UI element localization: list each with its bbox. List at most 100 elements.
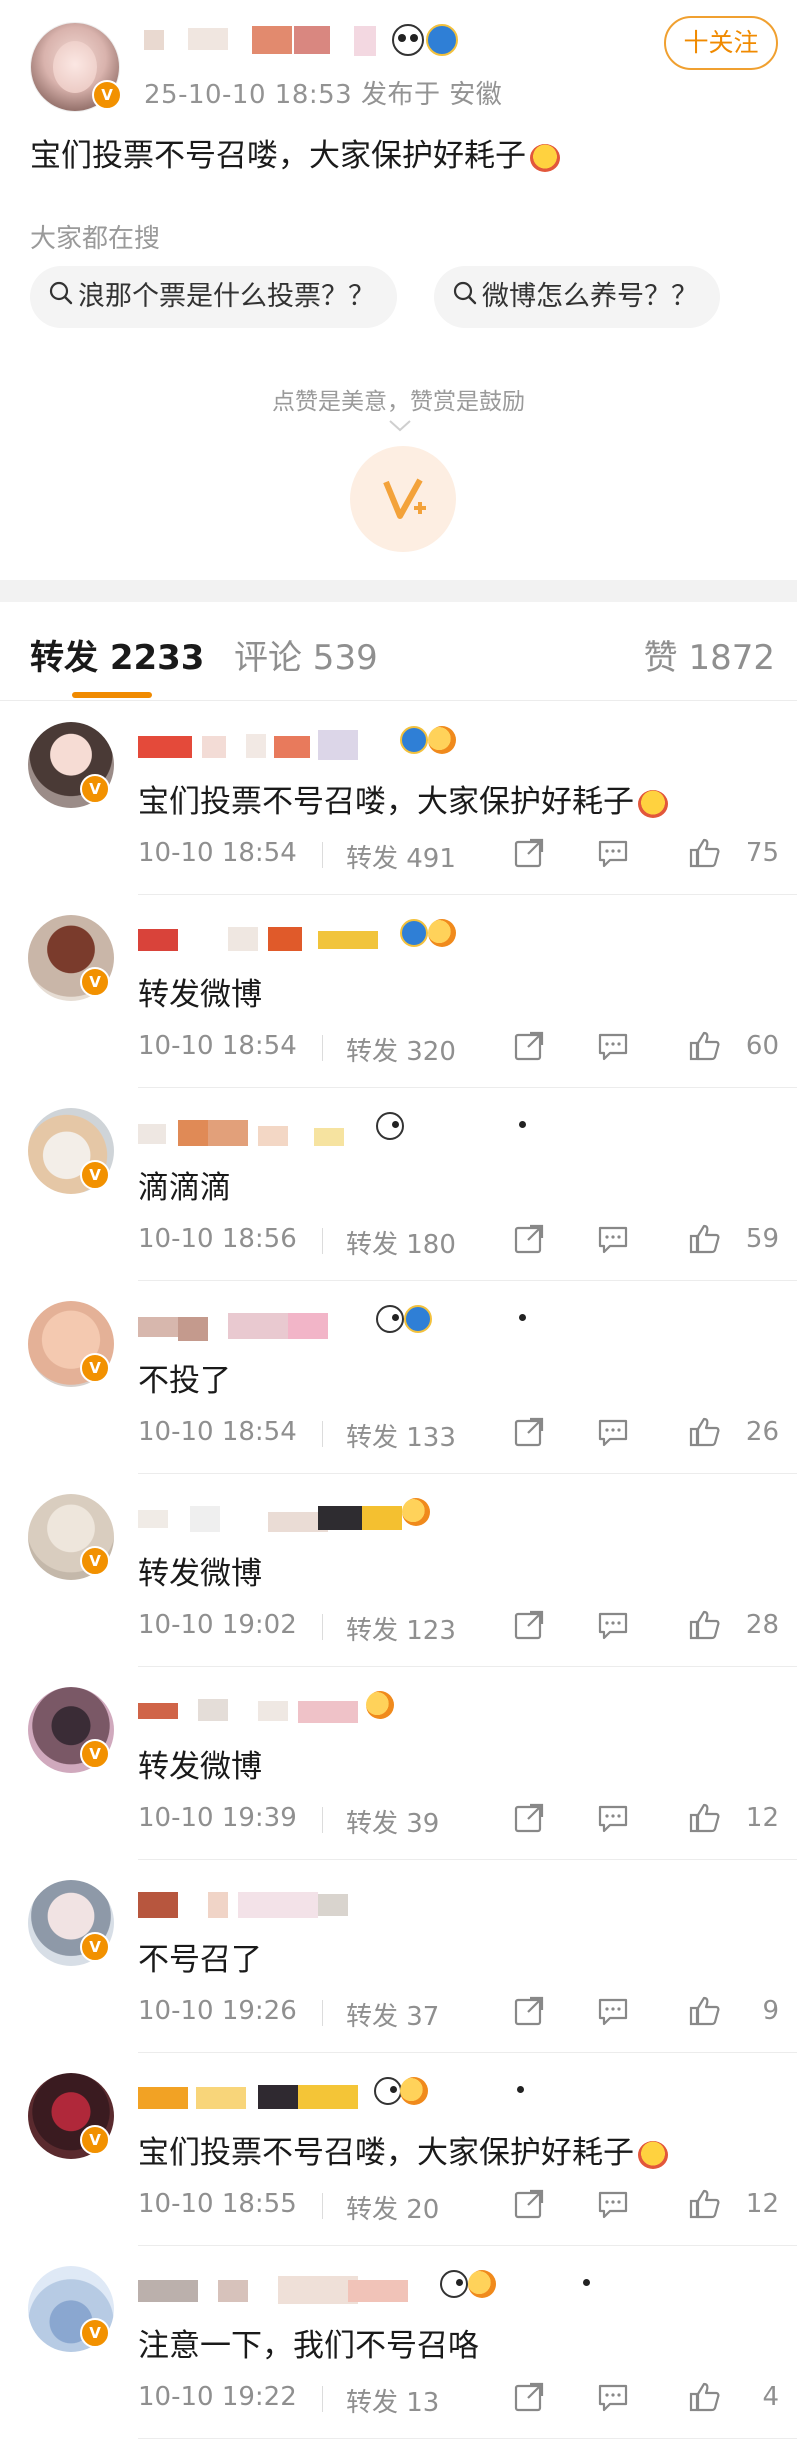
repost-time: 10-10 19:02 bbox=[138, 1610, 297, 1640]
username-redacted[interactable] bbox=[138, 1116, 468, 1146]
panda-icon bbox=[440, 2270, 590, 2298]
share-icon[interactable] bbox=[512, 836, 546, 870]
comment-icon[interactable] bbox=[596, 1994, 630, 2028]
search-chip-1[interactable]: 浪那个票是什么投票？？ bbox=[30, 266, 397, 328]
repost-count[interactable]: 转发 37 bbox=[346, 1996, 439, 2033]
like-icon[interactable] bbox=[688, 2380, 722, 2414]
repost-text-content: 滴滴滴 bbox=[138, 1170, 231, 1206]
meta-divider bbox=[322, 2386, 323, 2412]
like-icon[interactable] bbox=[688, 836, 722, 870]
repost-time: 10-10 18:55 bbox=[138, 2189, 297, 2219]
reward-button[interactable] bbox=[350, 446, 456, 552]
like-icon[interactable] bbox=[688, 1801, 722, 1835]
share-icon[interactable] bbox=[512, 1801, 546, 1835]
repost-time: 10-10 18:54 bbox=[138, 838, 297, 868]
comment-icon[interactable] bbox=[596, 1608, 630, 1642]
like-count: 59 bbox=[745, 1224, 779, 1254]
repost-item[interactable]: V 转发微博 10-10 19:02 转发 123 28 bbox=[0, 1474, 797, 1667]
meta-divider bbox=[322, 1035, 323, 1061]
meta-divider bbox=[322, 2193, 323, 2219]
repost-item[interactable]: V 宝们投票不号召喽，大家保护好耗子 10-10 18:55 转发 20 12 bbox=[0, 2053, 797, 2246]
search-icon bbox=[452, 267, 478, 329]
panda-icon bbox=[374, 2077, 524, 2105]
share-icon[interactable] bbox=[512, 2187, 546, 2221]
fish-icon bbox=[400, 2077, 428, 2105]
repost-item[interactable]: V 滴滴滴 10-10 18:56 转发 180 59 bbox=[0, 1088, 797, 1281]
meta-divider bbox=[322, 1614, 323, 1640]
repost-item[interactable]: V 不号召了 10-10 19:26 转发 37 9 bbox=[0, 1860, 797, 2053]
repost-count[interactable]: 转发 180 bbox=[346, 1224, 456, 1261]
repost-count[interactable]: 转发 133 bbox=[346, 1417, 456, 1454]
comment-icon[interactable] bbox=[596, 1222, 630, 1256]
verified-badge-icon: V bbox=[80, 1546, 110, 1576]
hugging-emoji-icon bbox=[638, 2140, 668, 2169]
repost-count[interactable]: 转发 123 bbox=[346, 1610, 456, 1647]
repost-count[interactable]: 转发 13 bbox=[346, 2382, 439, 2419]
search-chip-2-label: 微博怎么养号？？ bbox=[482, 281, 698, 312]
share-icon[interactable] bbox=[512, 1029, 546, 1063]
meta-divider bbox=[322, 842, 323, 868]
repost-list: V 宝们投票不号召喽，大家保护好耗子 10-10 18:54 转发 491 75… bbox=[0, 702, 797, 2439]
verified-badge-icon: V bbox=[80, 967, 110, 997]
tab-active-indicator bbox=[72, 692, 152, 698]
comment-icon[interactable] bbox=[596, 2187, 630, 2221]
search-chip-2[interactable]: 微博怎么养号？？ bbox=[434, 266, 720, 328]
like-icon[interactable] bbox=[688, 1222, 722, 1256]
verified-badge-icon: V bbox=[80, 1932, 110, 1962]
repost-text-content: 不号召了 bbox=[138, 1942, 262, 1978]
share-icon[interactable] bbox=[512, 1415, 546, 1449]
repost-count[interactable]: 转发 491 bbox=[346, 838, 456, 875]
reward-hint: 点赞是美意，赞赏是鼓励 bbox=[272, 389, 525, 415]
comment-icon[interactable] bbox=[596, 2380, 630, 2414]
repost-text: 注意一下，我们不号召咯 bbox=[138, 2320, 479, 2365]
panda-icon bbox=[376, 1305, 526, 1333]
username-redacted[interactable] bbox=[138, 1695, 468, 1725]
comment-icon[interactable] bbox=[596, 1415, 630, 1449]
follow-button[interactable]: 十关注 bbox=[664, 16, 778, 70]
repost-item[interactable]: V 宝们投票不号召喽，大家保护好耗子 10-10 18:54 转发 491 75 bbox=[0, 702, 797, 895]
repost-count[interactable]: 转发 320 bbox=[346, 1031, 456, 1068]
share-icon[interactable] bbox=[512, 1994, 546, 2028]
tab-comment[interactable]: 评论 539 bbox=[234, 630, 378, 679]
repost-item[interactable]: V 不投了 10-10 18:54 转发 133 26 bbox=[0, 1281, 797, 1474]
comment-icon[interactable] bbox=[596, 1029, 630, 1063]
repost-item[interactable]: V 注意一下，我们不号召咯 10-10 19:22 转发 13 4 bbox=[0, 2246, 797, 2439]
reward-icon bbox=[383, 478, 426, 519]
repost-count[interactable]: 转发 20 bbox=[346, 2189, 439, 2226]
author-name-redacted[interactable] bbox=[144, 22, 394, 58]
tab-repost[interactable]: 转发 2233 bbox=[30, 630, 204, 679]
repost-text: 转发微博 bbox=[138, 969, 262, 1014]
fish-icon bbox=[402, 1498, 430, 1526]
repost-text: 不投了 bbox=[138, 1355, 231, 1400]
repost-time: 10-10 18:54 bbox=[138, 1417, 297, 1447]
username-redacted[interactable] bbox=[138, 2274, 468, 2304]
like-icon[interactable] bbox=[688, 1994, 722, 2028]
like-icon[interactable] bbox=[688, 1415, 722, 1449]
username-redacted[interactable] bbox=[138, 1888, 468, 1918]
share-icon[interactable] bbox=[512, 2380, 546, 2414]
meta-divider bbox=[322, 1807, 323, 1833]
repost-item[interactable]: V 转发微博 10-10 19:39 转发 39 12 bbox=[0, 1667, 797, 1860]
verified-badge-icon: V bbox=[80, 1353, 110, 1383]
repost-item[interactable]: V 转发微博 10-10 18:54 转发 320 60 bbox=[0, 895, 797, 1088]
share-icon[interactable] bbox=[512, 1608, 546, 1642]
like-icon[interactable] bbox=[688, 1029, 722, 1063]
medal-icon bbox=[426, 24, 458, 56]
repost-text: 滴滴滴 bbox=[138, 1162, 231, 1207]
like-count: 12 bbox=[745, 1803, 779, 1833]
feedback-tabs: 转发 2233 评论 539 赞 1872 bbox=[0, 602, 797, 702]
tab-like[interactable]: 赞 1872 bbox=[644, 630, 775, 679]
comment-icon[interactable] bbox=[596, 1801, 630, 1835]
search-icon bbox=[48, 267, 74, 329]
repost-count[interactable]: 转发 39 bbox=[346, 1803, 439, 1840]
medal-icon bbox=[400, 726, 428, 754]
comment-icon[interactable] bbox=[596, 836, 630, 870]
post-time-location: 25-10-10 18:53 发布于 安徽 bbox=[144, 80, 503, 110]
medal-icon bbox=[404, 1305, 432, 1333]
share-icon[interactable] bbox=[512, 1222, 546, 1256]
hugging-emoji-icon bbox=[530, 143, 560, 172]
fish-icon bbox=[468, 2270, 496, 2298]
like-icon[interactable] bbox=[688, 1608, 722, 1642]
tabs-divider bbox=[0, 700, 797, 701]
like-icon[interactable] bbox=[688, 2187, 722, 2221]
